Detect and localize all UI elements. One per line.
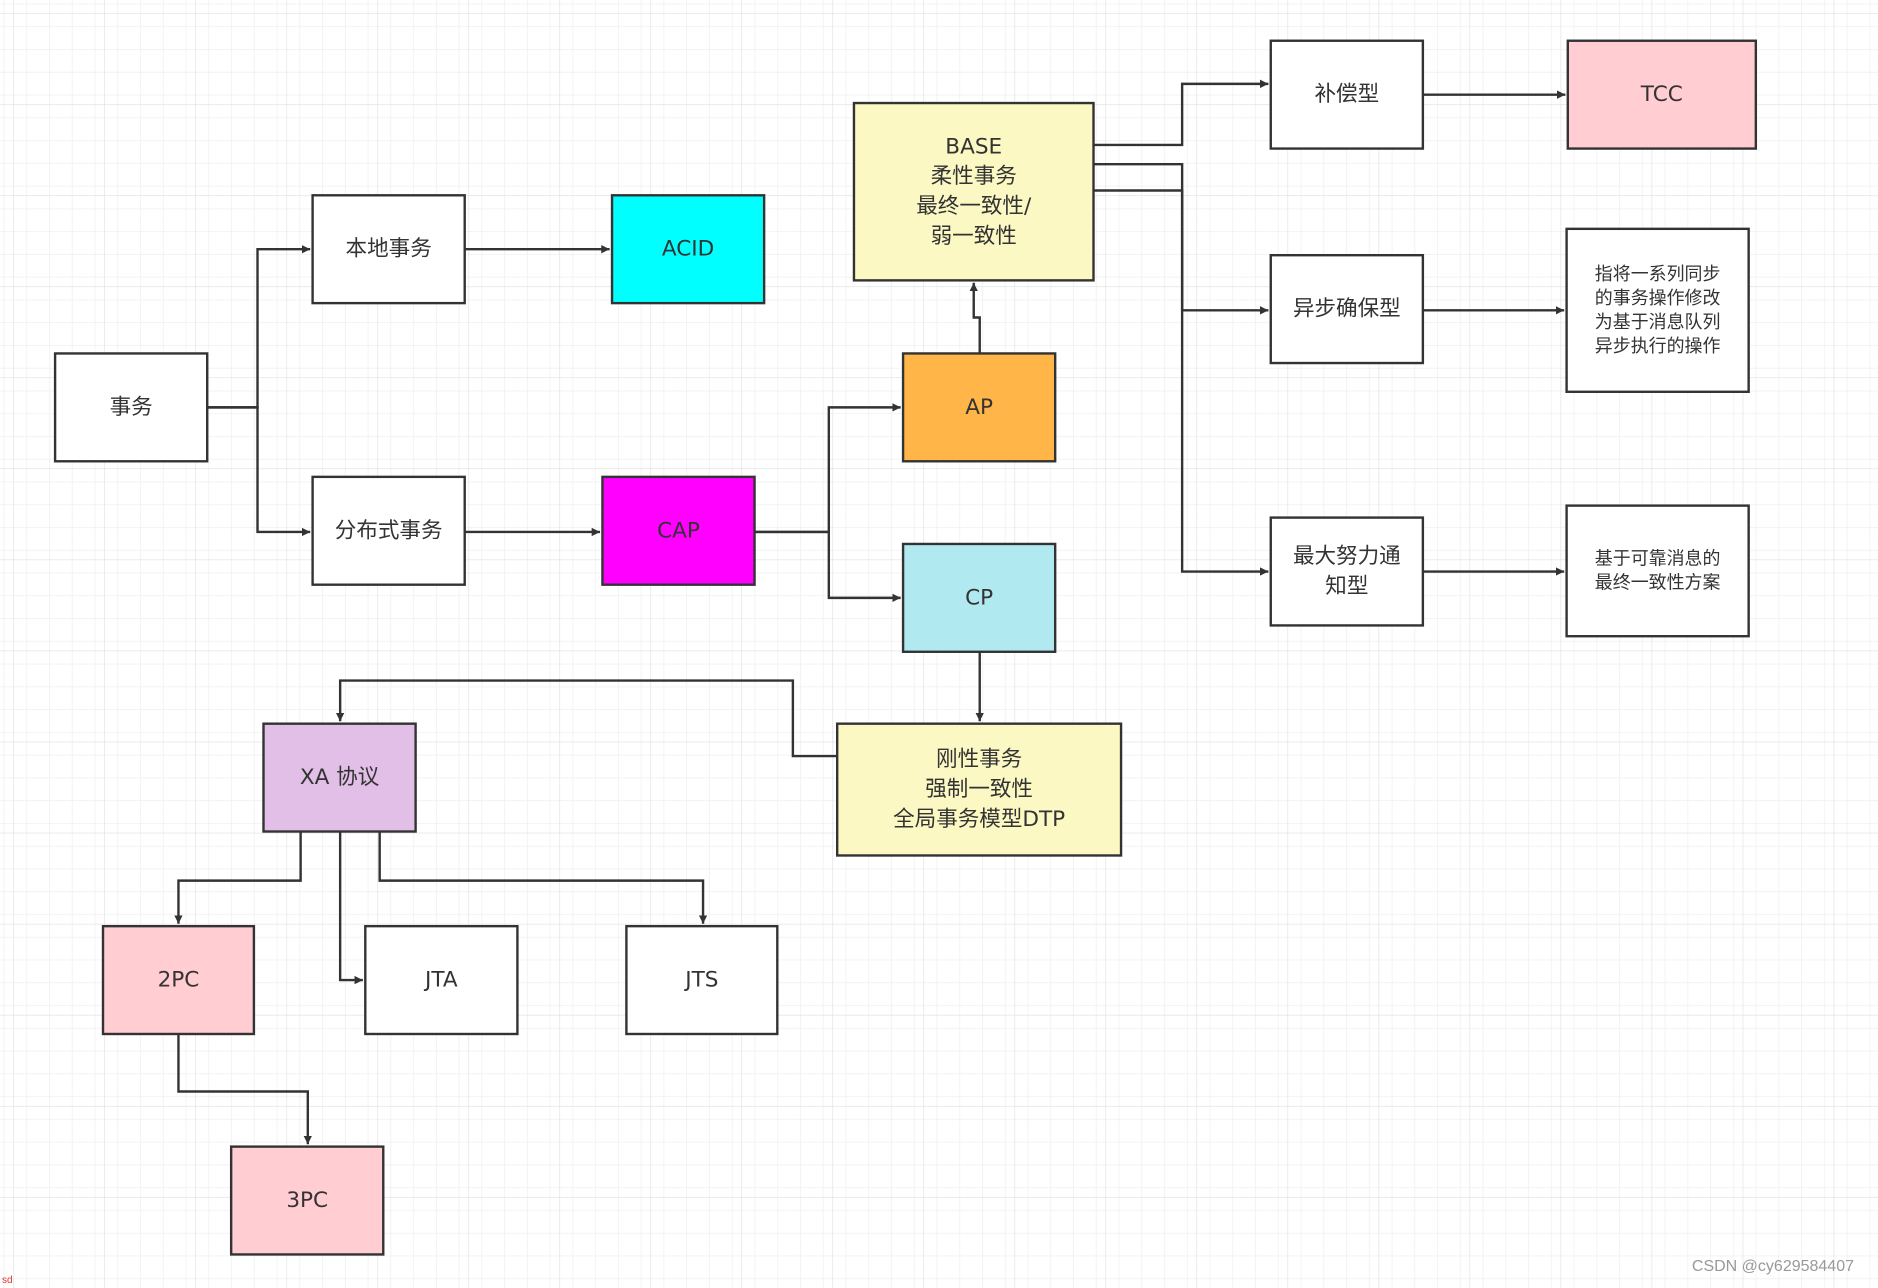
node-label: 柔性事务: [931, 164, 1017, 189]
node-label: 强制一致性: [925, 777, 1033, 802]
node-label: CP: [965, 585, 993, 610]
node-label: JTS: [683, 968, 718, 993]
watermark: CSDN @cy629584407: [1691, 1258, 1854, 1275]
node-label: 全局事务模型DTP: [893, 807, 1065, 832]
node-cap[interactable]: CAP: [601, 475, 756, 586]
node-async-ensure-desc[interactable]: 指将一系列同步的事务操作修改为基于消息队列异步执行的操作: [1565, 227, 1750, 393]
flowchart: 事务 本地事务 ACID 分布式事务 CAP AP CP BASE 柔性事务最终一致性/弱一致性…: [0, 0, 1878, 1288]
node-label: 指将一系列同步: [1595, 264, 1721, 285]
node-jts[interactable]: JTS: [625, 924, 779, 1036]
node-transaction[interactable]: 事务: [53, 352, 209, 463]
node-label: 异步执行的操作: [1595, 336, 1721, 357]
node-base[interactable]: BASE 柔性事务最终一致性/弱一致性: [852, 101, 1095, 282]
node-best-effort-desc[interactable]: 基于可靠消息的最终一致性方案: [1565, 504, 1750, 638]
node-jta[interactable]: JTA: [364, 924, 519, 1036]
node-label: 2PC: [158, 968, 200, 993]
node-box: [1269, 516, 1425, 627]
node-2pc[interactable]: 2PC: [101, 924, 256, 1036]
node-label: 基于可靠消息的: [1595, 548, 1721, 569]
node-label: 3PC: [286, 1188, 328, 1213]
node-label: ACID: [662, 237, 714, 262]
node-box: [852, 101, 1095, 282]
node-xa-protocol[interactable]: XA 协议: [262, 722, 417, 833]
node-label: 为基于消息队列: [1595, 312, 1721, 333]
node-acid[interactable]: ACID: [610, 194, 766, 305]
node-label: XA 协议: [300, 765, 380, 790]
node-async-ensure[interactable]: 异步确保型: [1269, 254, 1425, 365]
corner-mark: sd: [2, 1275, 13, 1286]
node-tcc[interactable]: TCC: [1566, 39, 1758, 150]
node-label: 最终一致性方案: [1595, 572, 1721, 593]
node-label: 最大努力通: [1293, 544, 1401, 569]
node-label: JTA: [423, 968, 458, 993]
node-ap[interactable]: AP: [901, 352, 1057, 463]
node-label: 最终一致性/: [916, 194, 1032, 219]
node-label: AP: [965, 395, 993, 420]
node-rigid-transaction[interactable]: 刚性事务强制一致性全局事务模型DTP: [835, 722, 1123, 857]
diagram-canvas: 事务 本地事务 ACID 分布式事务 CAP AP CP BASE 柔性事务最终一致性/弱一致性…: [0, 0, 1878, 1288]
node-label: 补偿型: [1315, 82, 1380, 107]
node-label: 事务: [110, 395, 153, 420]
node-label: 刚性事务: [936, 747, 1022, 772]
node-label: 知型: [1325, 574, 1368, 599]
node-label: 异步确保型: [1293, 297, 1401, 322]
node-label: 分布式事务: [335, 518, 443, 543]
node-distributed-transaction[interactable]: 分布式事务: [311, 475, 466, 586]
node-3pc[interactable]: 3PC: [229, 1145, 385, 1256]
node-label: 弱一致性: [931, 224, 1017, 249]
node-label: 的事务操作修改: [1595, 288, 1721, 309]
node-label: TCC: [1640, 82, 1683, 107]
node-box: [1565, 227, 1750, 393]
node-cp[interactable]: CP: [901, 542, 1057, 653]
node-best-effort[interactable]: 最大努力通知型: [1269, 516, 1425, 627]
node-label: 本地事务: [346, 237, 432, 262]
node-local-transaction[interactable]: 本地事务: [311, 194, 466, 305]
node-compensation[interactable]: 补偿型: [1269, 39, 1425, 150]
node-box: [1565, 504, 1750, 638]
node-label: BASE: [945, 134, 1002, 159]
node-label: CAP: [657, 518, 700, 543]
